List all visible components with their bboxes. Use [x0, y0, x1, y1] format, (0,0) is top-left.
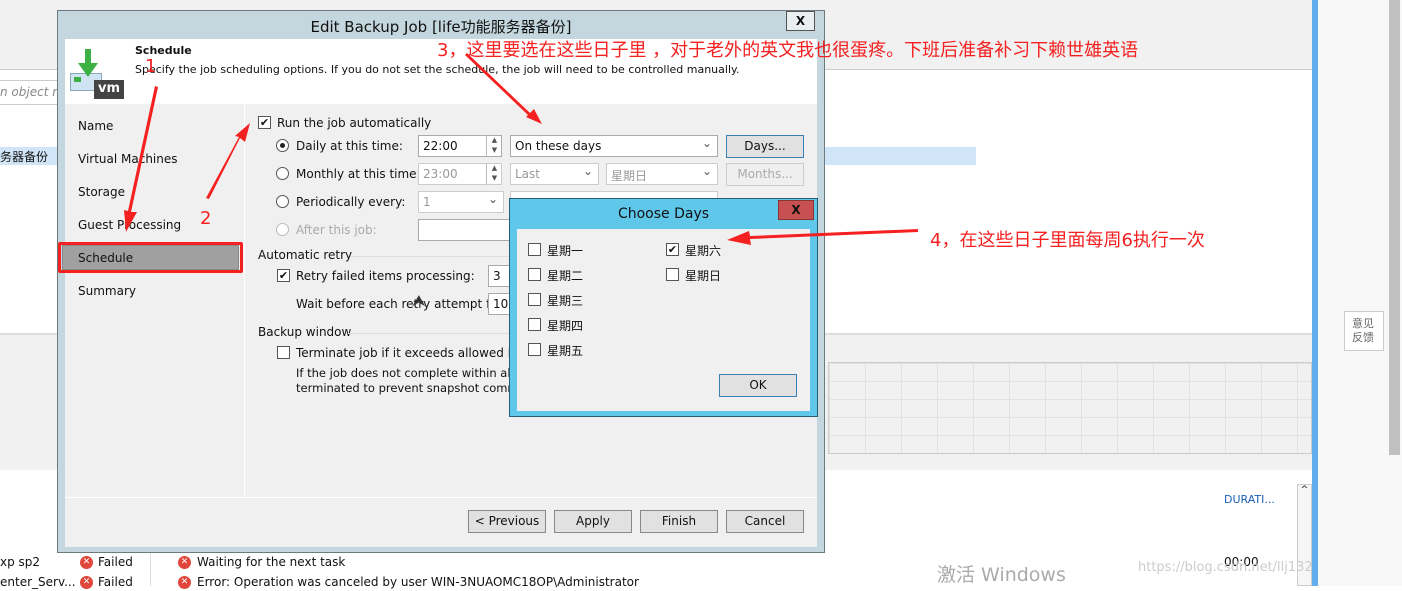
annotation-1: 1: [145, 56, 157, 77]
arrow-4: [727, 229, 918, 245]
annotation-2: 2: [200, 208, 212, 229]
annotation-3: 3，这里要选在这些日子里 ，对于老外的英文我也很蛋疼。下班后准备补习下赖世雄英语: [437, 40, 1139, 61]
arrow-3: [465, 53, 542, 124]
annotation-4: 4，在这些日子里面每周6执行一次: [930, 230, 1205, 251]
arrow-2: [206, 123, 250, 199]
arrow-1: [124, 86, 158, 232]
annotation-arrows: [124, 53, 918, 245]
